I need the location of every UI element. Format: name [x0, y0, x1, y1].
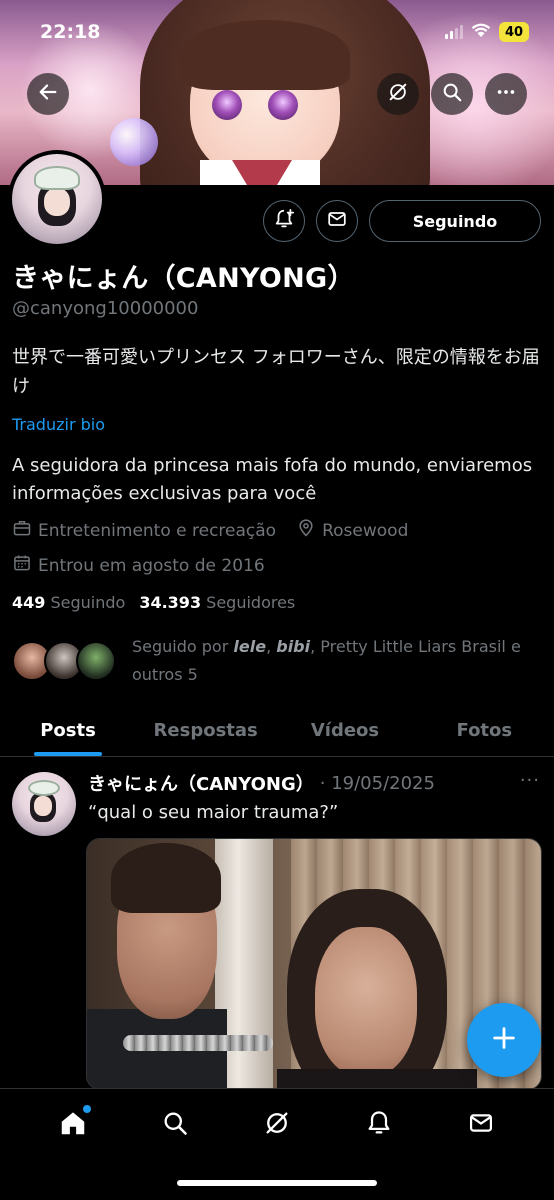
nav-notifications[interactable]: [359, 1105, 399, 1145]
tweet-more-button[interactable]: ···: [520, 770, 540, 791]
wifi-icon: [471, 23, 491, 42]
mutual-avatars: [12, 633, 122, 689]
search-icon: [161, 1109, 189, 1141]
following-link[interactable]: 449 Seguindo: [12, 593, 125, 612]
messages-icon: [467, 1109, 495, 1141]
followers-count: 34.393: [139, 593, 202, 612]
following-button[interactable]: Seguindo: [369, 200, 541, 242]
status-time: 22:18: [40, 21, 101, 43]
mutual-avatar: [76, 641, 116, 681]
more-icon: [495, 81, 517, 107]
tab-replies[interactable]: Respostas: [136, 705, 275, 756]
profile-name: きゃにょん（CANYONG）: [12, 263, 355, 294]
tweet-date: · 19/05/2025: [319, 772, 435, 794]
arrow-left-icon: [37, 81, 59, 107]
nav-search[interactable]: [155, 1105, 195, 1145]
tab-photos[interactable]: Fotos: [415, 705, 554, 756]
location-pin-icon: [296, 518, 316, 543]
more-button[interactable]: [485, 73, 527, 115]
profile-handle: @canyong10000000: [12, 298, 199, 319]
tab-videos[interactable]: Vídeos: [275, 705, 414, 756]
profile-avatar[interactable]: [8, 150, 106, 248]
followed-by-section[interactable]: Seguido por lele, bibi, Pretty Little Li…: [12, 633, 532, 689]
location-text: Rosewood: [322, 520, 409, 541]
search-button[interactable]: [431, 73, 473, 115]
category-text: Entretenimento e recreação: [38, 520, 277, 541]
followers-label: Seguidores: [206, 593, 296, 612]
back-button[interactable]: [27, 73, 69, 115]
tweet-author[interactable]: きゃにょん（CANYONG）: [88, 770, 314, 796]
joined-text: Entrou em agosto de 2016: [38, 555, 265, 576]
tweet-avatar[interactable]: [12, 772, 76, 836]
grok-icon: [263, 1109, 291, 1141]
compose-button[interactable]: [467, 1003, 541, 1077]
profile-bio: 世界で一番可愛いプリンセス フォロワーさん、限定の情報をお届け: [12, 347, 540, 397]
profile-tabs: Posts Respostas Vídeos Fotos: [0, 705, 554, 757]
notify-button[interactable]: [263, 200, 305, 242]
grok-button[interactable]: [377, 73, 419, 115]
home-icon: [58, 1108, 88, 1142]
followed-by-prefix: Seguido por: [132, 637, 234, 656]
profile-joined-row: Entrou em agosto de 2016: [12, 553, 265, 578]
profile-location: Rosewood: [296, 518, 408, 543]
translated-bio: A seguidora da princesa mais fofa do mun…: [12, 455, 533, 504]
message-button[interactable]: [316, 200, 358, 242]
mutual-separator: ,: [266, 637, 277, 656]
bell-plus-icon: [273, 208, 295, 234]
plus-icon: [490, 1024, 518, 1056]
battery-indicator: 40: [499, 22, 529, 42]
new-posts-dot: [83, 1105, 91, 1113]
mutual-name: lele: [233, 637, 267, 656]
followed-by-text: Seguido por lele, bibi, Pretty Little Li…: [132, 633, 532, 689]
notifications-icon: [365, 1109, 393, 1141]
nav-home[interactable]: [53, 1105, 93, 1145]
following-label: Seguindo: [50, 593, 126, 612]
mutual-name: bibi: [276, 637, 311, 656]
follow-counts: 449 Seguindo 34.393 Seguidores: [12, 593, 295, 612]
envelope-icon: [326, 208, 348, 234]
search-icon: [441, 81, 463, 107]
status-bar: 22:18 40: [0, 0, 554, 60]
following-count: 449: [12, 593, 46, 612]
profile-category: Entretenimento e recreação: [12, 518, 276, 543]
grok-icon: [387, 81, 409, 107]
cellular-signal-icon: [445, 25, 463, 39]
profile-meta-row: Entretenimento e recreação Rosewood: [12, 518, 408, 543]
calendar-icon: [12, 553, 32, 578]
nav-messages[interactable]: [461, 1105, 501, 1145]
translate-bio-link[interactable]: Traduzir bio: [12, 415, 105, 434]
tab-posts[interactable]: Posts: [0, 705, 136, 756]
briefcase-icon: [12, 518, 32, 543]
nav-grok[interactable]: [257, 1105, 297, 1145]
home-indicator: [177, 1180, 377, 1186]
tweet-header: きゃにょん（CANYONG） · 19/05/2025: [88, 770, 435, 796]
followers-link[interactable]: 34.393 Seguidores: [139, 593, 295, 612]
tweet-text: “qual o seu maior trauma?”: [88, 802, 339, 823]
